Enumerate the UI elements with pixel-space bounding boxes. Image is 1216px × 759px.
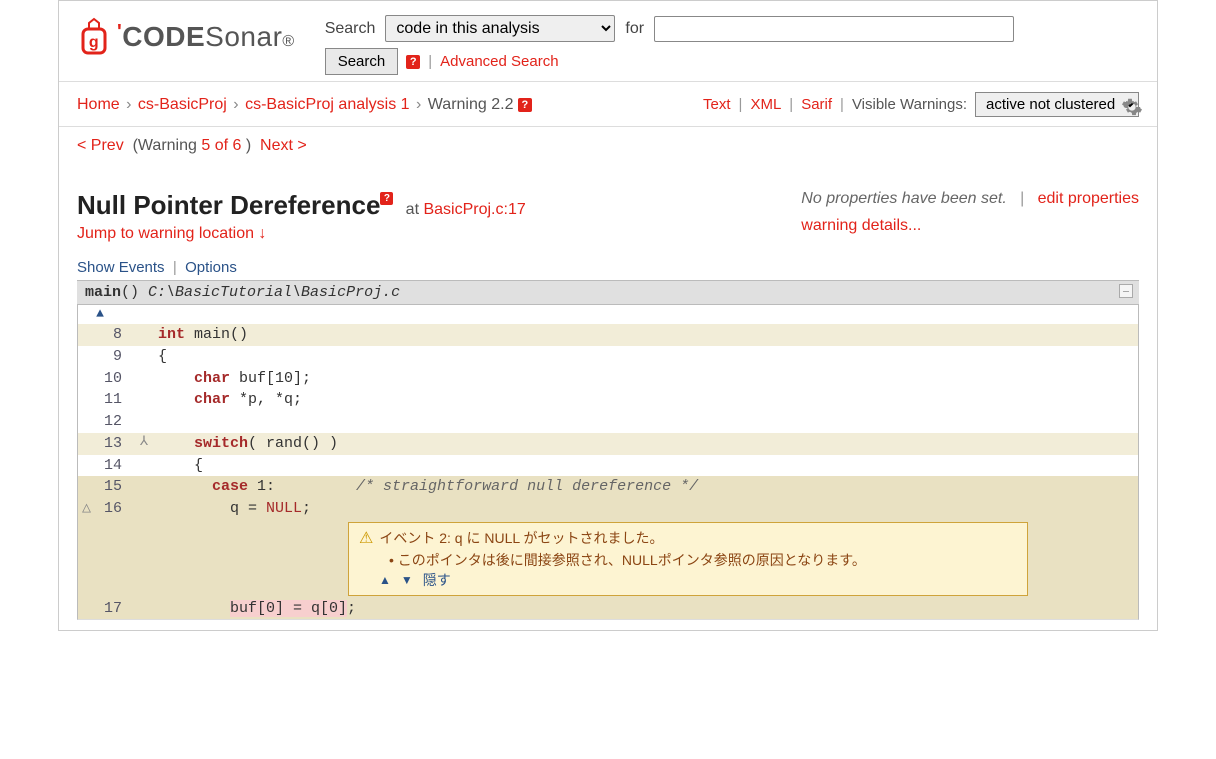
breadcrumb: Home › cs-BasicProj › cs-BasicProj analy… [77,92,532,118]
event-annotation: ⚠ イベント 2: q に NULL がセットされました。 • このポインタは後… [348,522,1028,596]
pager-status-close: ) [241,137,251,154]
help-icon[interactable]: ? [518,98,532,112]
pager-status-count[interactable]: 5 of 6 [201,137,241,154]
event-next-icon[interactable]: ▼ [401,572,413,589]
warning-title: Null Pointer Dereference? [77,190,401,220]
line-number: 10 [78,368,130,390]
code-panel: ▲ 8 int main() 9 { 10 char buf[10]; 11 c… [77,305,1139,620]
separator: | [428,53,432,70]
svg-text:g: g [89,34,99,51]
warning-details-link[interactable]: warning details... [801,217,921,234]
code-line: case 1: /* straightforward null derefere… [158,476,1138,498]
search-scope-select[interactable]: code in this analysis [385,15,615,42]
code-line [158,411,1138,433]
format-sarif-link[interactable]: Sarif [801,96,832,113]
format-text-link[interactable]: Text [703,96,731,113]
line-number: 12 [78,411,130,433]
options-link[interactable]: Options [185,259,237,276]
code-line: { [158,455,1138,477]
code-line: int main() [158,324,1138,346]
code-line: q = NULL; [158,498,1138,520]
line-number: 9 [78,346,130,368]
format-xml-link[interactable]: XML [750,96,781,113]
branch-icon[interactable]: ⅄ [130,433,158,455]
event-prev-icon[interactable]: ▲ [379,572,391,589]
search-label: Search [325,20,376,38]
line-number: 15 [78,476,130,498]
event-title: イベント 2: q に NULL がセットされました。 [379,528,663,548]
code-line: buf[0] = q[0]; [158,598,1138,620]
search-input[interactable] [654,16,1014,42]
line-number: 8 [78,324,130,346]
breadcrumb-current: Warning 2.2 [428,96,514,113]
warning-icon: ⚠ [359,527,373,550]
minimize-icon[interactable]: _ [1119,284,1133,298]
gear-icon[interactable] [1121,96,1143,122]
event-detail: • このポインタは後に間接参照され、NULLポインタ参照の原因となります。 [359,550,1017,570]
line-number: △16 [78,498,130,520]
code-line: char buf[10]; [158,368,1138,390]
pager-status-open: (Warning [133,137,202,154]
line-number: 11 [78,389,130,411]
line-number: 17 [78,598,130,620]
help-icon[interactable]: ? [406,55,420,69]
code-line: { [158,346,1138,368]
next-link[interactable]: Next > [260,137,307,154]
breadcrumb-project[interactable]: cs-BasicProj [138,96,227,113]
help-icon[interactable]: ? [380,192,393,205]
scroll-up-icon[interactable]: ▲ [78,305,130,324]
at-label: at [406,201,419,218]
breadcrumb-home[interactable]: Home [77,96,120,113]
no-properties-text: No properties have been set. [801,190,1006,207]
code-line: switch( rand() ) [158,433,1138,455]
warning-location-link[interactable]: BasicProj.c:17 [423,201,525,218]
visible-warnings-label: Visible Warnings: [852,96,967,113]
event-hide-link[interactable]: 隠す [423,570,451,590]
advanced-search-link[interactable]: Advanced Search [440,53,558,70]
breadcrumb-analysis[interactable]: cs-BasicProj analysis 1 [245,96,410,113]
prev-link[interactable]: < Prev [77,137,124,154]
jump-to-location-link[interactable]: Jump to warning location ↓ [77,225,526,243]
search-button[interactable]: Search [325,48,399,75]
app-logo: g 'CODESonar® [77,15,295,59]
visible-warnings-select[interactable]: active not clustered [975,92,1139,117]
line-number: 14 [78,455,130,477]
code-line: char *p, *q; [158,389,1138,411]
show-events-link[interactable]: Show Events [77,259,165,276]
for-label: for [625,20,644,38]
edit-properties-link[interactable]: edit properties [1038,190,1139,207]
code-file-header: main() C:\BasicTutorial\BasicProj.c _ [77,280,1139,305]
line-number: 13 [78,433,130,455]
